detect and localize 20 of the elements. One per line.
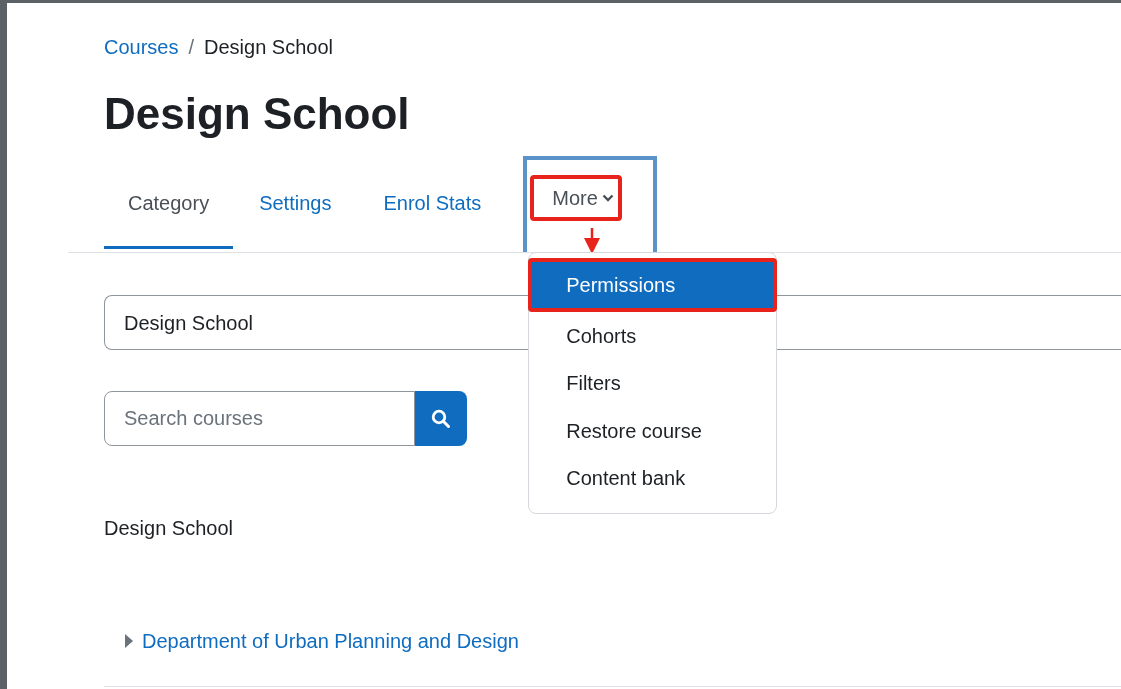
chevron-down-icon	[601, 194, 614, 202]
breadcrumb-link[interactable]: Courses	[104, 33, 179, 61]
breadcrumb-separator: /	[188, 35, 195, 60]
page-title: Design School	[104, 88, 411, 140]
breadcrumb-current: Design School	[204, 35, 333, 60]
nav-tab[interactable]: Category	[104, 156, 234, 249]
search-icon	[431, 408, 451, 429]
menu-item[interactable]: Restore course	[529, 407, 777, 455]
search-field[interactable]: Search courses	[104, 391, 415, 446]
caret-right-icon[interactable]	[124, 634, 134, 648]
category-heading: Design School	[104, 516, 233, 540]
menu-item[interactable]: Filters	[529, 359, 777, 407]
arrow-icon	[583, 228, 602, 254]
more-tab[interactable]: More	[552, 183, 614, 213]
subcategory-link[interactable]: Department of Urban Planning and Design	[142, 629, 519, 653]
search-button[interactable]	[415, 391, 467, 446]
menu-item[interactable]: Content bank	[529, 454, 777, 502]
nav-tab[interactable]: Enrol Stats	[357, 156, 508, 249]
menu-item[interactable]: Permissions	[532, 262, 774, 308]
nav-tab[interactable]: Settings	[233, 156, 358, 249]
